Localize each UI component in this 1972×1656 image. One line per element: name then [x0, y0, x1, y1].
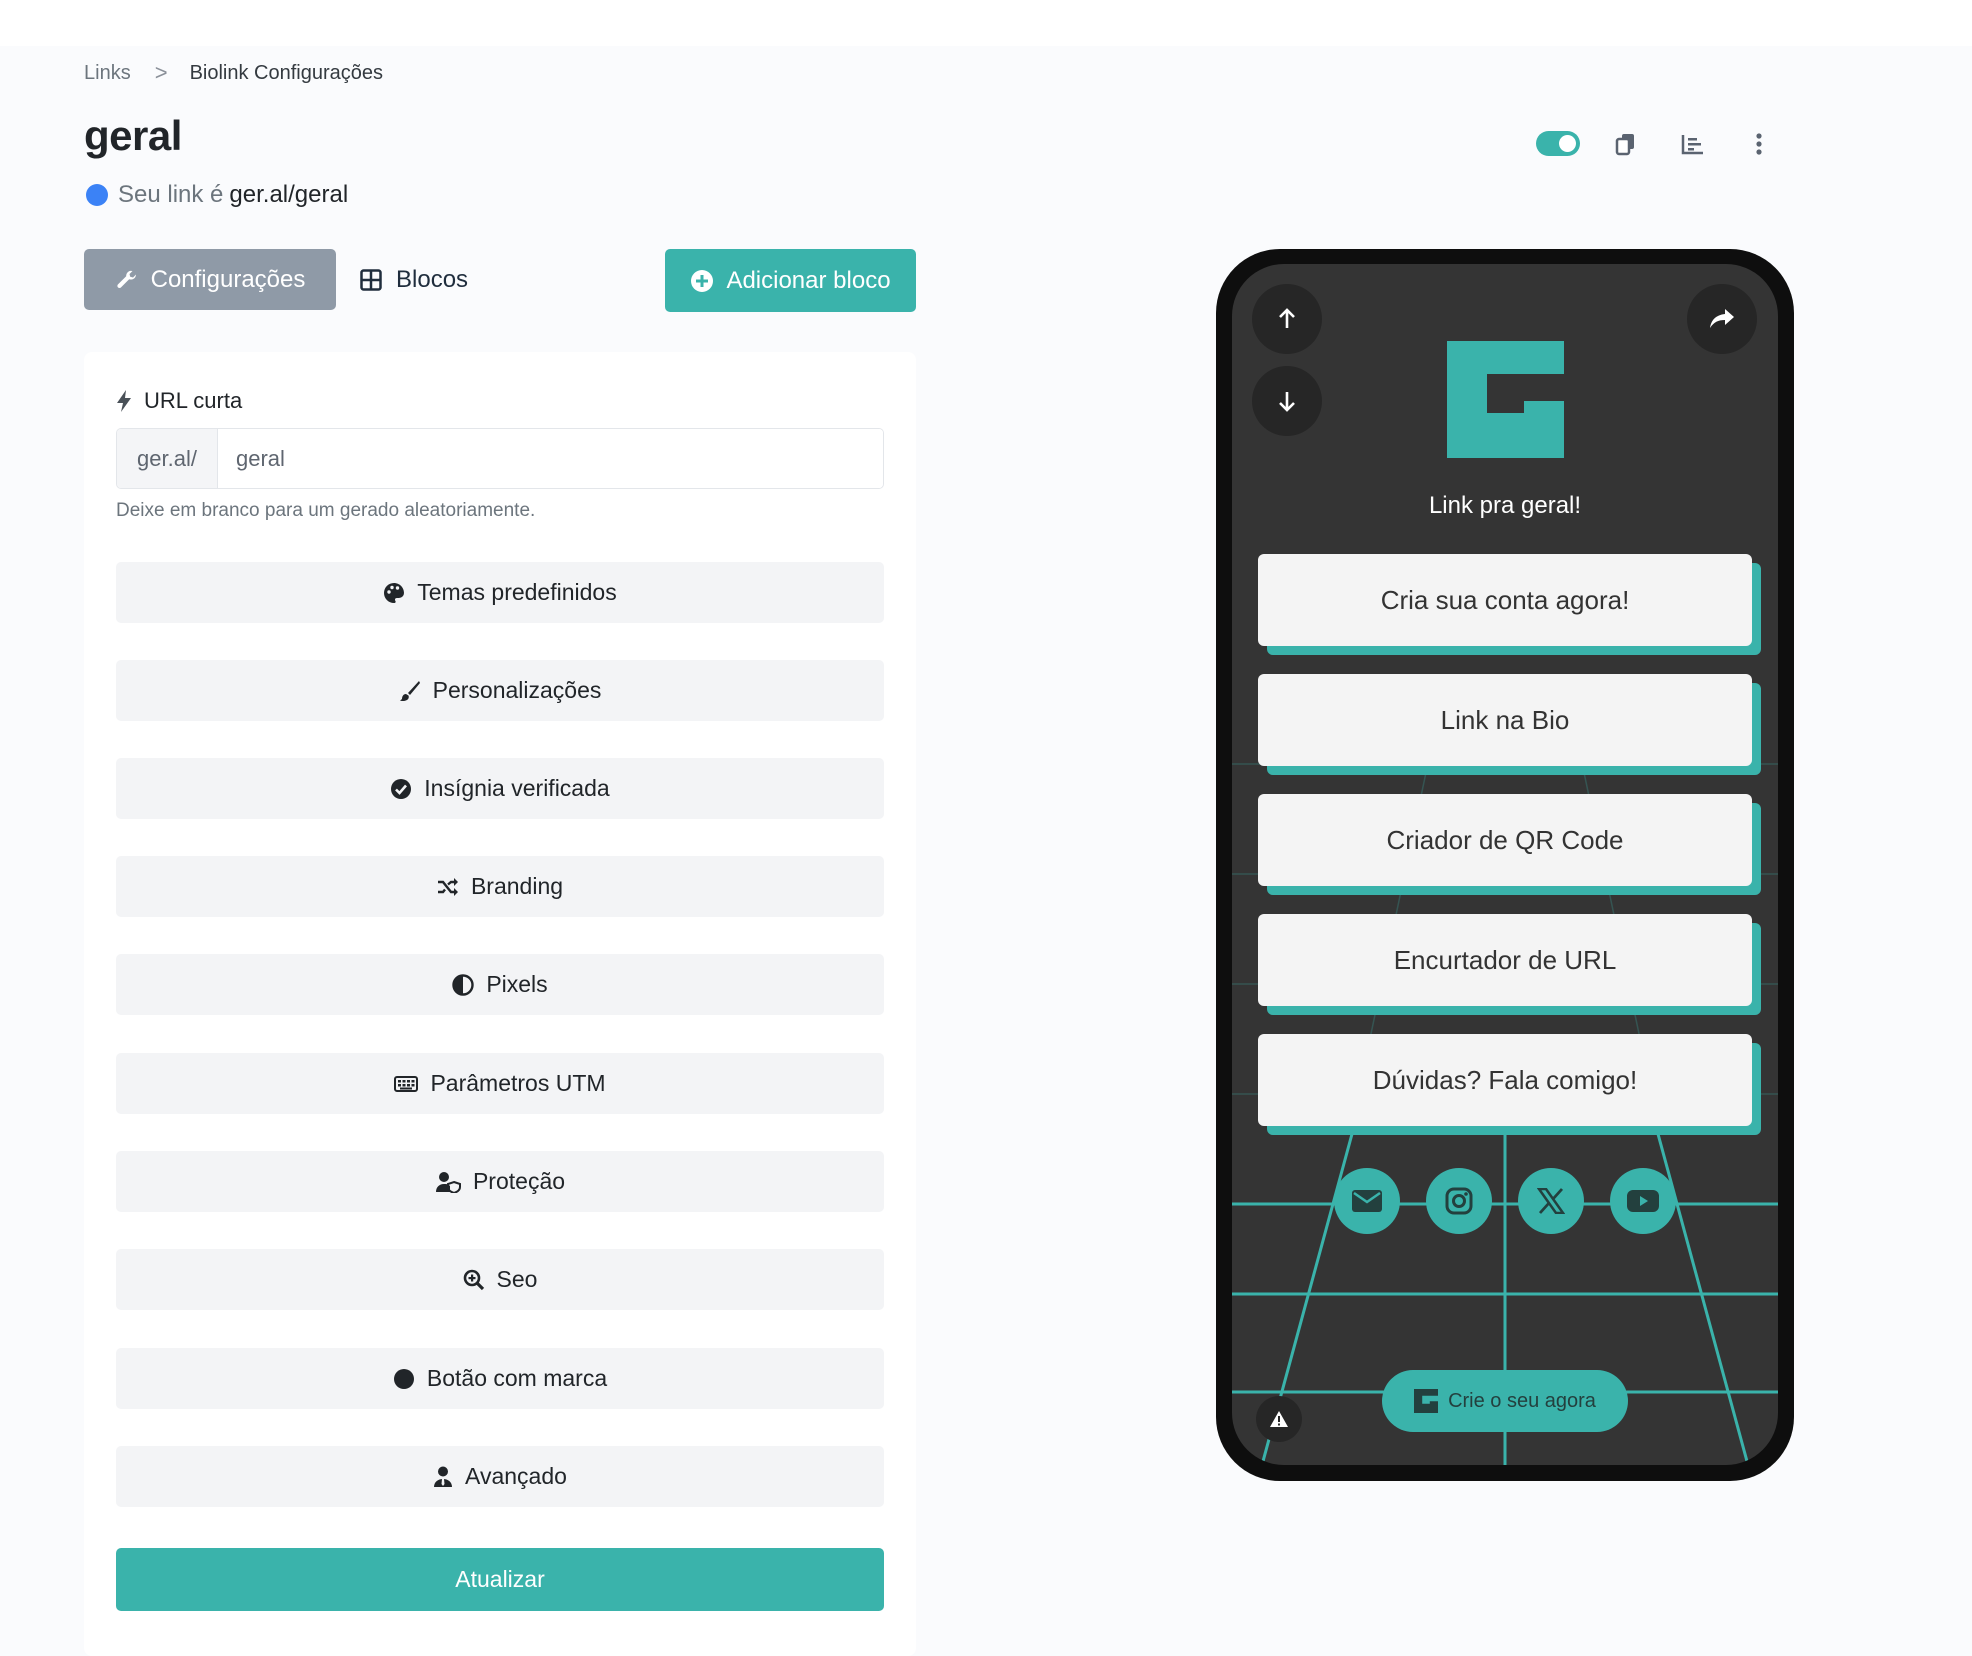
breadcrumb: Links > Biolink Configurações [84, 60, 383, 86]
update-button[interactable]: Atualizar [116, 1548, 884, 1611]
check-circle-icon [391, 778, 412, 799]
report-button[interactable] [1256, 1396, 1302, 1442]
phone-preview-screen: Link pra geral! Cria sua conta agora! Li… [1232, 264, 1778, 1465]
section-botao-com-marca[interactable]: Botão com marca [116, 1348, 884, 1409]
user-tie-icon [434, 1466, 453, 1487]
section-label: Parâmetros UTM [430, 1070, 606, 1096]
email-social-button[interactable] [1334, 1168, 1400, 1234]
preview-link-button[interactable]: Criador de QR Code [1258, 794, 1752, 886]
url-prefix: ger.al/ [117, 429, 218, 488]
section-label: Proteção [472, 1168, 566, 1194]
section-label: Temas predefinidos [417, 579, 617, 605]
section-label: Botão com marca [426, 1365, 608, 1391]
section-label: Avançado [465, 1463, 567, 1489]
breadcrumb-links[interactable]: Links [84, 62, 131, 85]
email-icon [1352, 1190, 1382, 1212]
tab-blocos-label: Blocos [396, 265, 469, 293]
palette-icon [384, 582, 405, 603]
preview-link-button[interactable]: Link na Bio [1258, 674, 1752, 766]
section-insignia-verificada[interactable]: Insígnia verificada [116, 758, 884, 819]
share-icon [1710, 309, 1734, 328]
bolt-icon [117, 390, 131, 412]
youtube-social-button[interactable] [1610, 1168, 1676, 1234]
copy-icon[interactable] [1610, 128, 1642, 160]
move-up-button[interactable] [1252, 284, 1322, 354]
tab-configuracoes[interactable]: Configurações [84, 249, 336, 310]
wrench-icon [116, 270, 136, 288]
section-protecao[interactable]: Proteção [116, 1151, 884, 1212]
section-personalizacoes[interactable]: Personalizações [116, 660, 884, 721]
section-label: Branding [470, 873, 564, 899]
brand-logo [1447, 341, 1564, 458]
preview-link-button[interactable]: Dúvidas? Fala comigo! [1258, 1034, 1752, 1126]
toggle-knob [1559, 135, 1576, 152]
adjust-icon [452, 973, 475, 996]
section-label: Seo [496, 1266, 538, 1292]
statistics-icon[interactable] [1677, 128, 1709, 160]
user-shield-icon [435, 1171, 461, 1193]
x-social-button[interactable] [1518, 1168, 1584, 1234]
add-block-button[interactable]: Adicionar bloco [665, 249, 916, 312]
instagram-social-button[interactable] [1426, 1168, 1492, 1234]
section-seo[interactable]: Seo [116, 1249, 884, 1310]
short-url-help: Deixe em branco para um gerado aleatoria… [116, 500, 536, 521]
section-label: Insígnia verificada [424, 775, 610, 801]
warning-icon [1270, 1411, 1288, 1427]
random-icon [437, 877, 458, 896]
x-icon [1537, 1188, 1565, 1214]
link-info: Seu link é ger.al/geral [86, 181, 348, 209]
youtube-icon [1627, 1190, 1659, 1212]
move-down-button[interactable] [1252, 366, 1322, 436]
arrow-up-icon [1279, 308, 1295, 328]
share-button[interactable] [1687, 284, 1757, 354]
search-plus-icon [463, 1269, 484, 1290]
link-prefix-text: Seu link é [118, 181, 224, 208]
circle-icon [393, 1368, 414, 1389]
section-pixels[interactable]: Pixels [116, 954, 884, 1015]
brand-logo-small-icon [1414, 1389, 1439, 1413]
short-url-label-text: URL curta [144, 388, 243, 413]
create-your-own-label: Crie o seu agora [1448, 1389, 1596, 1412]
preview-title: Link pra geral! [1428, 492, 1582, 519]
create-your-own-button[interactable]: Crie o seu agora [1382, 1370, 1628, 1432]
plus-circle-icon [691, 269, 714, 292]
arrow-down-icon [1279, 392, 1295, 412]
short-url-input[interactable] [218, 429, 883, 488]
section-label: Pixels [486, 971, 548, 997]
short-url-input-group: ger.al/ [116, 428, 884, 489]
breadcrumb-separator: > [154, 60, 168, 85]
preview-link-button[interactable]: Cria sua conta agora! [1258, 554, 1752, 646]
status-toggle[interactable] [1536, 131, 1580, 156]
section-branding[interactable]: Branding [116, 856, 884, 917]
status-dot [86, 184, 108, 206]
tab-blocos[interactable]: Blocos [360, 249, 468, 310]
tab-configuracoes-label: Configurações [150, 265, 306, 293]
section-parametros-utm[interactable]: Parâmetros UTM [116, 1053, 884, 1114]
more-vertical-icon[interactable] [1743, 128, 1775, 160]
preview-link-button[interactable]: Encurtador de URL [1258, 914, 1752, 1006]
section-temas-predefinidos[interactable]: Temas predefinidos [116, 562, 884, 623]
instagram-icon [1445, 1187, 1473, 1215]
section-avancado[interactable]: Avançado [116, 1446, 884, 1507]
section-label: Personalizações [432, 677, 602, 703]
breadcrumb-current: Biolink Configurações [189, 61, 383, 84]
paintbrush-icon [399, 680, 420, 701]
add-block-label: Adicionar bloco [726, 266, 891, 294]
page-title: geral [84, 112, 182, 159]
link-url[interactable]: ger.al/geral [229, 181, 348, 209]
keyboard-icon [394, 1075, 419, 1092]
table-icon [360, 268, 382, 291]
short-url-label: URL curta [116, 388, 242, 414]
